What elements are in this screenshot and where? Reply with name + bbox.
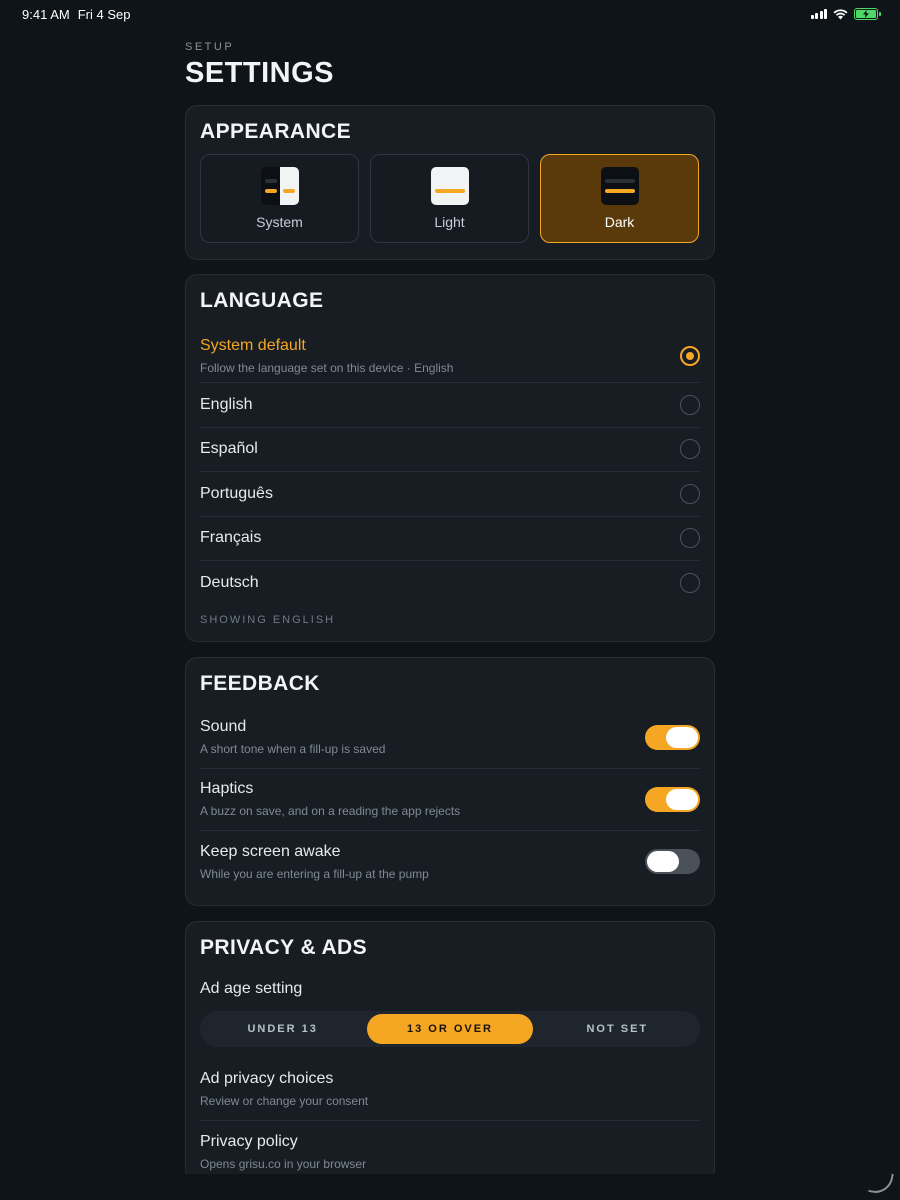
system-theme-icon xyxy=(260,167,299,205)
privacy-row-subtitle: Opens grisu.co in your browser xyxy=(200,1156,367,1171)
ad-age-13-or-over[interactable]: 13 OR OVER xyxy=(367,1013,533,1044)
language-option-english[interactable]: English xyxy=(200,383,700,428)
appearance-option-system[interactable]: System xyxy=(200,154,359,243)
bottom-fade xyxy=(0,1174,900,1200)
status-bar: 9:41 AM Fri 4 Sep xyxy=(0,0,900,28)
language-option-deutsch[interactable]: Deutsch xyxy=(200,561,700,606)
privacy-row-title: Privacy policy xyxy=(200,1132,298,1150)
language-option-espanol[interactable]: Español xyxy=(200,428,700,472)
appearance-option-dark[interactable]: Dark xyxy=(540,154,699,243)
privacy-policy-row[interactable]: Privacy policy Opens grisu.co in your br… xyxy=(200,1121,700,1180)
radio-icon[interactable] xyxy=(680,483,700,504)
feedback-card: FEEDBACK Sound A short tone when a fill-… xyxy=(185,656,715,906)
appearance-options: System Light Dark xyxy=(200,154,700,243)
status-time: 9:41 AM xyxy=(22,6,70,22)
privacy-title: PRIVACY & ADS xyxy=(200,935,368,959)
radio-selected-icon[interactable] xyxy=(680,345,700,366)
language-title: LANGUAGE xyxy=(200,289,324,312)
charging-bolt-icon xyxy=(863,10,869,18)
keep-awake-toggle[interactable] xyxy=(645,849,700,874)
appearance-card: APPEARANCE System Light Dark xyxy=(185,105,715,260)
appearance-option-label: Dark xyxy=(604,214,635,230)
language-option-label: Français xyxy=(200,529,262,547)
language-option-subtitle: Follow the language set on this device ·… xyxy=(200,360,454,375)
language-footnote: SHOWING ENGLISH xyxy=(200,613,336,626)
haptics-toggle[interactable] xyxy=(645,786,700,812)
cellular-signal-icon xyxy=(810,9,827,19)
language-option-label: Português xyxy=(200,484,273,502)
language-option-system-default[interactable]: System default Follow the language set o… xyxy=(200,321,700,383)
language-option-portugues[interactable]: Português xyxy=(200,472,700,517)
language-option-label: English xyxy=(200,395,253,413)
sound-toggle[interactable] xyxy=(645,724,700,750)
wifi-icon xyxy=(833,8,848,19)
language-option-label: Deutsch xyxy=(200,574,259,592)
feedback-row-subtitle: A buzz on save, and on a reading the app… xyxy=(200,804,461,818)
privacy-card: PRIVACY & ADS Ad age setting UNDER 13 13… xyxy=(185,920,715,1181)
feedback-row-subtitle: While you are entering a fill-up at the … xyxy=(200,866,429,881)
ad-age-not-set[interactable]: NOT SET xyxy=(535,1014,700,1044)
feedback-row-sound: Sound A short tone when a fill-up is sav… xyxy=(200,707,700,769)
radio-icon[interactable] xyxy=(680,439,700,460)
feedback-row-title: Sound xyxy=(200,718,247,735)
ad-age-label: Ad age setting xyxy=(200,979,303,997)
radio-icon[interactable] xyxy=(680,394,700,415)
feedback-row-subtitle: A short tone when a fill-up is saved xyxy=(200,742,386,756)
language-card: LANGUAGE System default Follow the langu… xyxy=(185,274,715,642)
light-theme-icon xyxy=(430,167,469,205)
radio-icon[interactable] xyxy=(680,573,700,594)
feedback-row-title: Haptics xyxy=(200,780,254,797)
page-eyebrow: SETUP xyxy=(185,41,235,53)
battery-icon xyxy=(854,8,881,20)
feedback-row-keep-awake: Keep screen awake While you are entering… xyxy=(200,831,700,893)
settings-content: SETUP SETTINGS APPEARANCE System Light D… xyxy=(185,40,715,1181)
ad-age-segmented-control: UNDER 13 13 OR OVER NOT SET xyxy=(200,1010,700,1047)
appearance-title: APPEARANCE xyxy=(200,120,352,143)
privacy-row-title: Ad privacy choices xyxy=(200,1070,334,1087)
ad-privacy-choices-row[interactable]: Ad privacy choices Review or change your… xyxy=(200,1059,700,1121)
appearance-option-label: System xyxy=(256,214,303,230)
appearance-option-light[interactable]: Light xyxy=(370,154,529,243)
dark-theme-icon xyxy=(600,167,639,205)
privacy-row-subtitle: Review or change your consent xyxy=(200,1094,369,1108)
radio-icon[interactable] xyxy=(680,528,700,549)
status-date: Fri 4 Sep xyxy=(77,6,131,22)
appearance-option-label: Light xyxy=(434,214,465,230)
page-title: SETTINGS xyxy=(185,57,335,89)
language-option-label: Español xyxy=(200,440,258,458)
ad-age-under-13[interactable]: UNDER 13 xyxy=(200,1014,365,1044)
language-option-francais[interactable]: Français xyxy=(200,517,700,561)
feedback-title: FEEDBACK xyxy=(200,671,320,695)
language-option-label: System default xyxy=(200,336,306,354)
feedback-row-title: Keep screen awake xyxy=(200,842,341,860)
feedback-row-haptics: Haptics A buzz on save, and on a reading… xyxy=(200,769,700,831)
